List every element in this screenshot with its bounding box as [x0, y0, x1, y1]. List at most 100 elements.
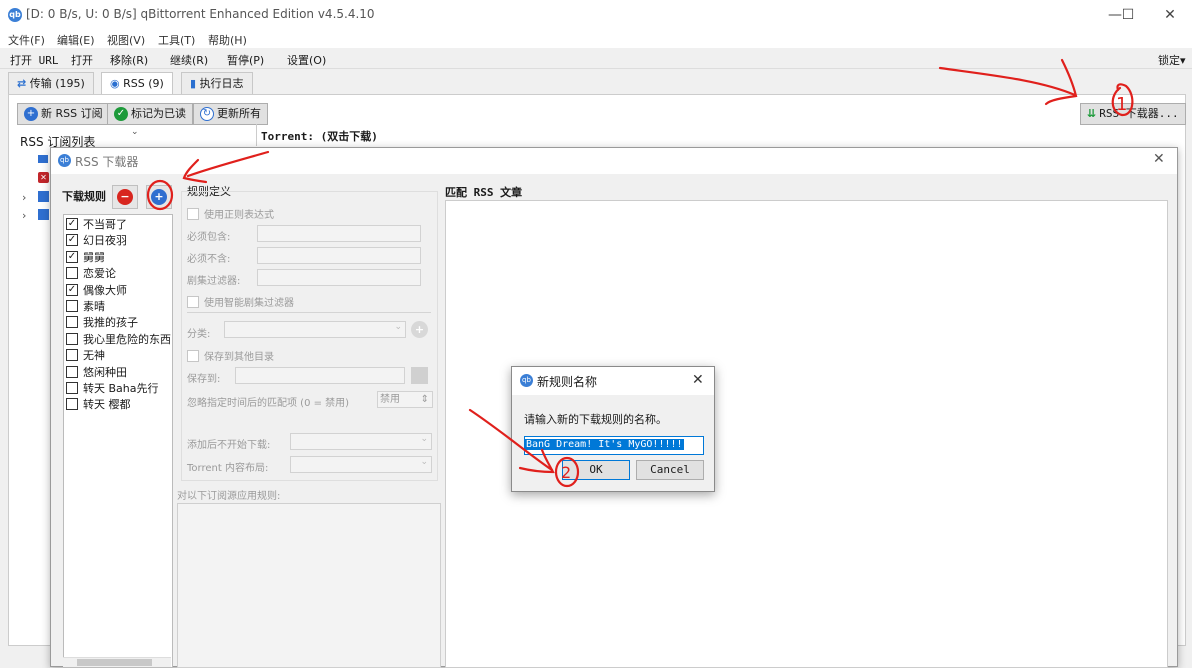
- dialog-title-bar: qb RSS 下载器 ✕: [51, 148, 1177, 174]
- title-bar: qb [D: 0 B/s, U: 0 B/s] qBittorrent Enha…: [0, 0, 1192, 30]
- checkbox-label: 保存到其他目录: [204, 352, 274, 363]
- mark-as-read-button[interactable]: ✓ 标记为已读: [107, 103, 193, 125]
- minus-icon: −: [117, 189, 133, 205]
- ok-button[interactable]: OK: [562, 460, 630, 480]
- add-rule-button[interactable]: +: [146, 185, 172, 209]
- button-label: 更新所有: [217, 107, 261, 120]
- unchecked-checkbox-icon[interactable]: [66, 267, 78, 280]
- rules-list: ✓ 不当哥了 ✓ 幻日夜羽 ✓ 舅舅 恋爱论 ✓ 偶像大师 素晴 我推的孩子 我心里危险的东西 无神 悠闲…: [63, 214, 173, 668]
- tab-execution-log[interactable]: ▮ 执行日志: [181, 72, 253, 95]
- remove-button[interactable]: 移除(R): [110, 52, 148, 68]
- rule-list-item[interactable]: 我推的孩子: [66, 315, 138, 331]
- open-url-button[interactable]: 打开 URL: [10, 52, 59, 68]
- menu-help[interactable]: 帮助(H): [208, 32, 247, 48]
- tab-rss[interactable]: ◉ RSS (9): [101, 72, 173, 95]
- unchecked-checkbox-icon[interactable]: [66, 332, 78, 345]
- cancel-button[interactable]: Cancel: [636, 460, 704, 480]
- unchecked-checkbox-icon[interactable]: [66, 300, 78, 312]
- menu-file[interactable]: 文件(F): [8, 32, 45, 48]
- chevron-down-icon: ⌄: [420, 457, 428, 467]
- remove-rule-button[interactable]: −: [112, 185, 138, 209]
- ignore-days-spinbox[interactable]: 禁用 ⇕: [377, 391, 433, 408]
- rss-downloader-button[interactable]: ⇊ RSS 下载器...: [1080, 103, 1186, 125]
- dialog-title: 新规则名称: [537, 375, 598, 389]
- rule-list-item[interactable]: 无神: [66, 348, 105, 364]
- rule-name: 悠闲种田: [83, 365, 127, 379]
- rule-name: 转天 樱都: [83, 398, 131, 412]
- dialog-close-button[interactable]: ✕: [1153, 151, 1165, 167]
- feeds-list: [177, 503, 441, 668]
- rule-name-input[interactable]: BanG Dream! It's MyGO!!!!!: [524, 436, 704, 455]
- checked-checkbox-icon[interactable]: ✓: [66, 218, 78, 230]
- rule-name: 舅舅: [83, 250, 105, 264]
- menu-view[interactable]: 视图(V): [107, 32, 145, 48]
- content-layout-select[interactable]: ⌄: [290, 456, 432, 473]
- checked-checkbox-icon[interactable]: ✓: [66, 250, 78, 263]
- matching-articles-title: 匹配 RSS 文章: [445, 186, 523, 199]
- checked-checkbox-icon[interactable]: ✓: [66, 283, 78, 296]
- dialog-prompt: 请输入新的下载规则的名称。: [524, 413, 667, 426]
- must-not-contain-input[interactable]: [257, 247, 421, 264]
- plus-icon: +: [151, 189, 167, 205]
- rule-name: 转天 Baha先行: [83, 382, 159, 395]
- update-all-button[interactable]: ↻ 更新所有: [193, 103, 268, 125]
- divider: [187, 312, 431, 313]
- menu-edit[interactable]: 编辑(E): [57, 32, 95, 48]
- horizontal-scrollbar[interactable]: [63, 657, 171, 667]
- unchecked-checkbox-icon[interactable]: [66, 382, 78, 394]
- rule-list-item[interactable]: 素晴: [66, 299, 105, 315]
- open-button[interactable]: 打开: [71, 52, 93, 68]
- use-regex-checkbox[interactable]: 使用正则表达式: [187, 206, 274, 221]
- category-select[interactable]: ⌄: [224, 321, 406, 338]
- rule-list-item[interactable]: ✓ 幻日夜羽: [66, 233, 127, 249]
- maximize-button[interactable]: ☐: [1113, 5, 1143, 25]
- settings-button[interactable]: 设置(O): [287, 52, 326, 68]
- unchecked-checkbox-icon[interactable]: [66, 349, 78, 362]
- button-label: RSS 下载器...: [1099, 107, 1179, 120]
- add-paused-label: 添加后不开始下载:: [187, 440, 271, 451]
- unchecked-checkbox-icon[interactable]: [66, 365, 78, 378]
- close-button[interactable]: ✕: [1155, 5, 1185, 25]
- add-category-button[interactable]: +: [411, 321, 428, 338]
- tab-transfers[interactable]: ⇄ 传输 (195): [8, 72, 94, 95]
- rss-folder-icon: [38, 209, 49, 220]
- episode-filter-input[interactable]: [257, 269, 421, 286]
- rule-list-item[interactable]: 转天 樱都: [66, 397, 131, 413]
- toolbar: 打开 URL 打开 移除(R) 继续(R) 暂停(P) 设置(O) 锁定▾: [0, 48, 1192, 69]
- rule-list-item[interactable]: ✓ 舅舅: [66, 250, 105, 266]
- resume-button[interactable]: 继续(R): [170, 52, 208, 68]
- menu-tools[interactable]: 工具(T): [158, 32, 195, 48]
- must-contain-input[interactable]: [257, 225, 421, 242]
- unchecked-checkbox-icon[interactable]: [66, 398, 78, 411]
- rules-label: 下载规则: [62, 190, 106, 203]
- unchecked-checkbox-icon[interactable]: [66, 316, 78, 329]
- rule-list-item[interactable]: ✓ 偶像大师: [66, 283, 127, 299]
- expand-arrow-icon[interactable]: ›: [22, 191, 26, 204]
- ignore-after-label: 忽略指定时间后的匹配项 (0 = 禁用): [187, 398, 350, 409]
- rule-list-item[interactable]: 转天 Baha先行: [66, 381, 159, 397]
- rule-name: 偶像大师: [83, 283, 127, 297]
- smart-filter-checkbox[interactable]: 使用智能剧集过滤器: [187, 294, 294, 309]
- transfer-icon: ⇄: [17, 77, 27, 90]
- pause-button[interactable]: 暂停(P): [227, 52, 264, 68]
- chevron-down-icon[interactable]: ⌄: [131, 127, 139, 137]
- log-book-icon: ▮: [190, 77, 197, 90]
- save-to-input[interactable]: [235, 367, 405, 384]
- button-label: 新 RSS 订阅: [41, 107, 103, 120]
- rule-list-item[interactable]: 我心里危险的东西: [66, 332, 171, 348]
- checked-checkbox-icon[interactable]: ✓: [66, 234, 78, 247]
- rule-list-item[interactable]: 悠闲种田: [66, 365, 127, 381]
- lock-toolbar-button[interactable]: 锁定▾: [1158, 52, 1186, 68]
- splitter[interactable]: [256, 124, 257, 146]
- expand-arrow-icon[interactable]: ›: [22, 209, 26, 222]
- add-paused-select[interactable]: ⌄: [290, 433, 432, 450]
- save-other-dir-checkbox[interactable]: 保存到其他目录: [187, 348, 274, 363]
- selected-text: BanG Dream! It's MyGO!!!!!: [525, 439, 684, 450]
- rule-name: 不当哥了: [83, 218, 127, 231]
- browse-folder-button[interactable]: [411, 367, 428, 384]
- rule-list-item[interactable]: ✓ 不当哥了: [66, 217, 127, 233]
- dialog-close-button[interactable]: ✕: [692, 372, 704, 388]
- tab-label: RSS (9): [123, 77, 164, 90]
- rule-list-item[interactable]: 恋爱论: [66, 266, 116, 282]
- new-rss-subscription-button[interactable]: + 新 RSS 订阅: [17, 103, 110, 125]
